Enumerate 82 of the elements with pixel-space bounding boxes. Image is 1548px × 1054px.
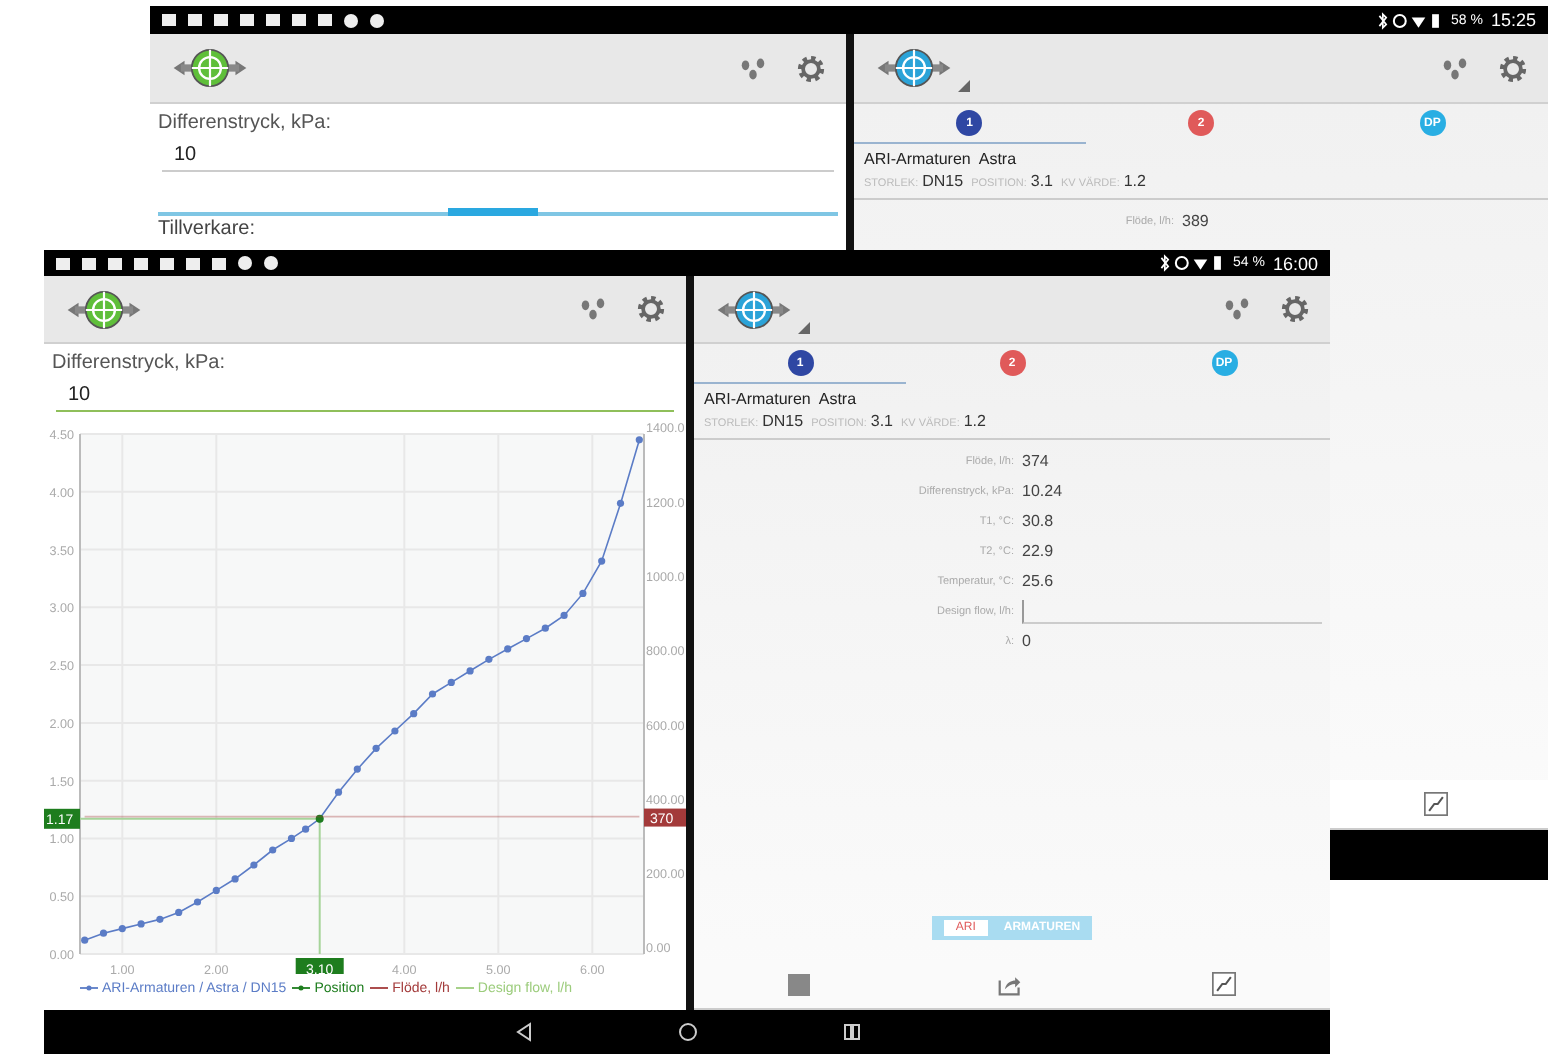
spec-value: 1.2 (1123, 172, 1146, 190)
valve-logo-icon (874, 44, 954, 92)
legend-line-icon (370, 982, 389, 994)
settings-icon[interactable] (636, 294, 666, 324)
share-icon[interactable] (998, 972, 1023, 996)
system-status-icons (1375, 11, 1443, 29)
data-point (579, 589, 587, 598)
position-point (315, 814, 324, 823)
data-point (485, 655, 493, 663)
settings-icon[interactable] (1280, 294, 1310, 324)
valve-logo-icon (170, 44, 250, 92)
valve-name: ARI-Armaturen Astra (864, 150, 1019, 168)
data-point (391, 727, 399, 735)
data-point (541, 624, 549, 632)
reading-value: 25.6 (1022, 572, 1054, 590)
valve-name: ARI-Armaturen Astra (704, 390, 859, 408)
data-point (560, 611, 568, 619)
clock-time: 16:00 (1272, 253, 1318, 273)
data-point (504, 645, 512, 653)
corner-caret-icon (798, 321, 810, 333)
selected-tab-indicator (448, 208, 538, 216)
drops-icon[interactable] (1440, 53, 1470, 83)
clock-time: 15:25 (1490, 10, 1536, 30)
legend-line-icon (292, 982, 311, 994)
reading-value: 30.8 (1022, 512, 1054, 530)
data-point (81, 936, 89, 944)
data-point (231, 875, 239, 883)
data-point (302, 825, 310, 833)
legend-line-icon (455, 982, 474, 994)
input-field[interactable]: 10 (56, 374, 674, 412)
pressure-label: Differenstryck, kPa: (158, 112, 334, 134)
reading-value: 389 (1182, 212, 1209, 230)
data-point (137, 920, 145, 928)
corner-caret-icon (958, 80, 970, 92)
data-point (118, 925, 126, 933)
data-point (99, 929, 108, 937)
data-point (410, 710, 418, 718)
home-icon[interactable] (677, 1022, 697, 1042)
pressure-label: Differenstryck, kPa: (52, 352, 228, 374)
chart-scale-icon[interactable] (1424, 792, 1448, 816)
data-point (598, 557, 606, 565)
data-point (372, 744, 380, 752)
input-field[interactable] (1022, 599, 1322, 623)
reading-value: 10.24 (1022, 482, 1063, 500)
input-field[interactable]: 10 (162, 134, 834, 172)
data-point (428, 690, 437, 698)
recents-icon[interactable] (841, 1022, 861, 1042)
data-point (175, 908, 183, 916)
chart-scale-icon[interactable] (1211, 972, 1236, 996)
drops-icon[interactable] (578, 294, 608, 324)
data-point (616, 499, 625, 507)
data-point (212, 886, 220, 895)
data-point (156, 915, 164, 923)
spec-value: DN15 (762, 412, 804, 430)
legend-line-icon (80, 982, 98, 994)
settings-icon[interactable] (1498, 53, 1528, 83)
data-point (522, 634, 531, 643)
data-point (447, 678, 455, 687)
data-point (466, 667, 474, 675)
valve-logo-icon (64, 285, 144, 333)
data-point (334, 788, 343, 796)
spec-value: 3.1 (870, 412, 893, 430)
stop-icon[interactable] (788, 973, 811, 995)
manufacturer-label: Tillverkare: (158, 218, 258, 240)
reading-value: 22.9 (1022, 542, 1054, 560)
data-point (287, 834, 296, 843)
spec-value: 3.1 (1030, 172, 1053, 190)
back-icon[interactable] (513, 1022, 533, 1042)
spec-value: 1.2 (963, 412, 986, 430)
spec-value: DN15 (922, 172, 964, 190)
data-point (193, 898, 202, 906)
system-status-icons (1157, 254, 1225, 272)
drops-icon[interactable] (1222, 294, 1252, 324)
valve-logo-icon (714, 285, 794, 333)
data-point (269, 846, 277, 854)
reading-value: 374 (1022, 452, 1049, 470)
data-point (635, 436, 643, 444)
data-point (250, 861, 258, 869)
settings-icon[interactable] (796, 53, 826, 83)
drops-icon[interactable] (738, 53, 768, 83)
reading-value: 0 (1022, 632, 1031, 650)
data-point (353, 765, 361, 773)
